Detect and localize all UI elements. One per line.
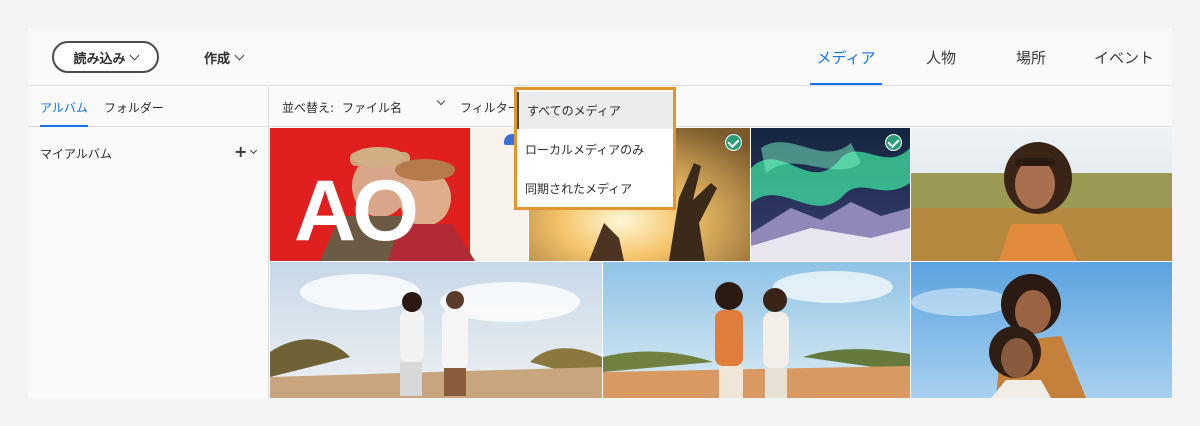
chevron-down-icon: [234, 50, 245, 60]
tab-events[interactable]: イベント: [1076, 28, 1172, 86]
photo-thumbnail[interactable]: [911, 262, 1172, 398]
chevron-down-icon: [129, 50, 139, 60]
my-albums-label: マイアルバム: [40, 147, 112, 161]
photo-thumbnail[interactable]: [751, 128, 910, 261]
tab-media[interactable]: メディア: [810, 28, 882, 86]
chevron-down-icon: [250, 146, 258, 154]
check-icon: [885, 134, 902, 151]
app-window: 読み込み 作成 メディア 人物 場所 イベント アルバム フォルダー マイアルバ…: [28, 28, 1172, 398]
filter-option-local-only[interactable]: ローカルメディアのみ: [517, 131, 673, 168]
photo-thumbnail[interactable]: [270, 262, 602, 398]
chevron-down-icon: [436, 96, 446, 106]
create-menu[interactable]: 作成: [204, 46, 245, 68]
photo-thumbnail[interactable]: AO: [270, 128, 528, 261]
create-label: 作成: [204, 51, 231, 67]
tab-folders[interactable]: フォルダー: [104, 87, 164, 127]
filter-option-all-media[interactable]: すべてのメディア: [517, 92, 673, 129]
plus-icon: +: [234, 142, 248, 161]
tab-albums[interactable]: アルバム: [40, 87, 88, 127]
sort-value: ファイル名: [342, 101, 403, 115]
photo-piggyback: [911, 262, 1172, 398]
sidebar-tabs: アルバム フォルダー: [28, 87, 268, 127]
sort-label: 並べ替え:: [282, 101, 335, 115]
photo-sign-text: AO: [294, 163, 419, 259]
tab-people[interactable]: 人物: [896, 28, 986, 86]
media-grid: AO: [270, 128, 1172, 398]
filter-option-synced[interactable]: 同期されたメディア: [517, 170, 673, 207]
add-album-button[interactable]: +: [234, 142, 258, 161]
filter-dropdown: すべてのメディア ローカルメディアのみ 同期されたメディア: [514, 87, 676, 210]
view-tabs: メディア 人物 場所 イベント: [810, 28, 1172, 86]
top-bar: 読み込み 作成 メディア 人物 場所 イベント: [28, 28, 1172, 86]
import-label: 読み込み: [73, 51, 126, 67]
tab-places[interactable]: 場所: [986, 28, 1076, 86]
photo-thumbnail[interactable]: [911, 128, 1172, 261]
photo-couple-road: [270, 262, 602, 398]
photo-two-women-walking: [603, 262, 910, 398]
import-button[interactable]: 読み込み: [52, 41, 159, 73]
sidebar: アルバム フォルダー マイアルバム +: [28, 87, 269, 398]
media-toolbar: 並べ替え: ファイル名 フィルター:: [270, 87, 1172, 127]
photo-woman-field: [911, 128, 1172, 261]
check-icon: [725, 134, 742, 151]
sort-select[interactable]: ファイル名: [342, 96, 446, 116]
photo-thumbnail[interactable]: [603, 262, 910, 398]
